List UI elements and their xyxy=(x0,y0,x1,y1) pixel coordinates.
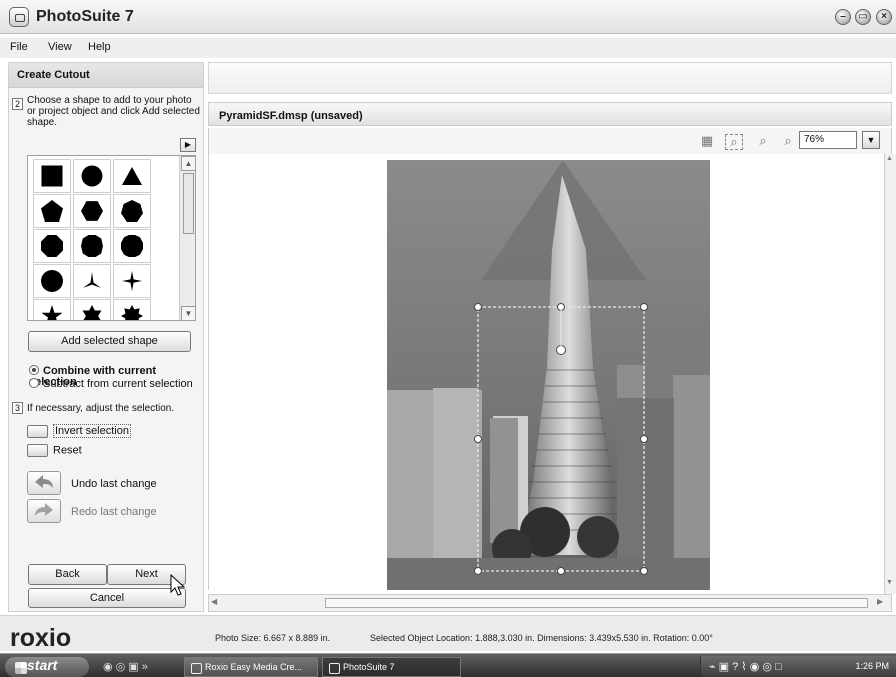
canvas-horizontal-scrollbar[interactable]: ◀ ▶ xyxy=(208,594,892,612)
shape-octagon[interactable] xyxy=(33,229,71,263)
zoom-input[interactable]: 76% xyxy=(799,131,857,149)
project-strip xyxy=(208,62,892,94)
step-3-number: 3 xyxy=(12,402,23,414)
shape-four-point-star[interactable] xyxy=(113,264,151,298)
zoom-out-icon[interactable]: ⌕ xyxy=(779,134,797,150)
shape-square[interactable] xyxy=(33,159,71,193)
menu-file[interactable]: File xyxy=(10,41,28,53)
city-pyramid-photo-art xyxy=(387,160,710,590)
shape-decagon[interactable] xyxy=(73,229,111,263)
shape-library-next-button[interactable]: ▶ xyxy=(180,138,196,152)
shape-circle-large[interactable] xyxy=(33,264,71,298)
document-tab: PyramidSF.dmsp (unsaved) xyxy=(208,102,892,126)
windows-taskbar: start ◉ ◎ ▣ » Roxio Easy Media Cre... Ph… xyxy=(0,653,896,677)
mouse-cursor-icon xyxy=(170,573,186,596)
title-bar: PhotoSuite 7 – ▭ × xyxy=(0,0,896,34)
start-button[interactable]: start xyxy=(5,657,89,677)
step-2-line-2: or project object and click Add selected xyxy=(27,106,200,117)
copy-icon[interactable]: ▦ xyxy=(698,134,716,150)
invert-selection-button[interactable]: Invert selection xyxy=(27,424,131,439)
windows-flag-icon xyxy=(15,662,27,674)
subtract-option[interactable]: Subtract from current selection xyxy=(29,378,193,390)
restore-button[interactable]: ▭ xyxy=(855,9,871,25)
scroll-down-icon[interactable]: ▼ xyxy=(181,306,195,320)
window-title: PhotoSuite 7 xyxy=(36,8,134,25)
menu-view[interactable]: View xyxy=(48,41,72,53)
invert-icon[interactable] xyxy=(27,425,48,438)
transamerica-pyramid-photo[interactable] xyxy=(387,160,710,590)
horizontal-scroll-thumb[interactable] xyxy=(325,598,868,608)
radio-checked-icon[interactable] xyxy=(29,365,39,375)
shape-six-point-star[interactable] xyxy=(73,299,111,320)
system-tray: ⌁ ▣ ? ⌇ ◉ ◎ □ 1:26 PM xyxy=(700,656,896,677)
shape-picker[interactable]: ▲ ▼ xyxy=(27,155,196,321)
back-button[interactable]: Back xyxy=(28,564,107,585)
roxio-logo: roxio xyxy=(10,624,72,652)
undo-button[interactable] xyxy=(27,471,61,495)
horizontal-scroll-left-icon[interactable]: ◀ xyxy=(211,597,223,609)
undo-label: Undo last change xyxy=(71,478,157,490)
menu-bar: File View Help xyxy=(0,38,896,58)
panel-title: Create Cutout xyxy=(9,63,203,88)
vertical-scroll-down-icon[interactable]: ▼ xyxy=(886,579,896,589)
redo-label: Redo last change xyxy=(71,506,157,518)
menu-help[interactable]: Help xyxy=(88,41,111,53)
zoom-dropdown-button[interactable]: ▼ xyxy=(862,131,880,149)
quick-launch-icons[interactable]: ◉ ◎ ▣ » xyxy=(103,660,163,674)
shape-eight-point-star[interactable] xyxy=(113,299,151,320)
tray-icons[interactable]: ⌁ ▣ ? ⌇ ◉ ◎ □ xyxy=(709,660,782,673)
scroll-up-icon[interactable]: ▲ xyxy=(181,156,195,171)
shape-five-point-star[interactable] xyxy=(33,299,71,320)
step-2-number: 2 xyxy=(12,98,23,110)
create-cutout-panel: Create Cutout 2 Choose a shape to add to… xyxy=(8,62,204,612)
undo-arrow-icon xyxy=(35,475,53,488)
cancel-button[interactable]: Cancel xyxy=(28,588,186,608)
shape-pentagon[interactable] xyxy=(33,194,71,228)
selection-status: Selected Object Location: 1.888,3.030 in… xyxy=(370,633,713,643)
taskbar-roxio-easy-media-creator[interactable]: Roxio Easy Media Cre... xyxy=(184,657,318,677)
minimize-button[interactable]: – xyxy=(835,9,851,25)
reset-icon[interactable] xyxy=(27,444,48,457)
photo-size-status: Photo Size: 6.667 x 8.889 in. xyxy=(215,633,331,643)
reset-button[interactable]: Reset xyxy=(27,444,82,457)
taskbar-photosuite[interactable]: PhotoSuite 7 xyxy=(322,657,461,677)
photosuite-app-icon xyxy=(9,7,29,27)
horizontal-scroll-right-icon[interactable]: ▶ xyxy=(877,597,889,609)
step-2-line-1: Choose a shape to add to your photo xyxy=(27,95,192,106)
add-selected-shape-button[interactable]: Add selected shape xyxy=(28,331,191,352)
clock: 1:26 PM xyxy=(855,661,889,671)
step-3-text: If necessary, adjust the selection. xyxy=(27,403,175,414)
document-title: PyramidSF.dmsp (unsaved) xyxy=(219,110,363,122)
shape-three-point-star[interactable] xyxy=(73,264,111,298)
shape-picker-scrollbar[interactable]: ▲ ▼ xyxy=(179,156,195,320)
scroll-thumb[interactable] xyxy=(183,173,194,234)
redo-button[interactable] xyxy=(27,499,61,523)
radio-unchecked-icon[interactable] xyxy=(29,378,39,388)
shape-triangle[interactable] xyxy=(113,159,151,193)
step-2-line-3: shape. xyxy=(27,117,58,128)
canvas-toolbar: ▦ ⌕ ⌕ ⌕ xyxy=(208,128,892,154)
close-button[interactable]: × xyxy=(876,9,892,25)
canvas-vertical-scrollbar[interactable]: ▲ ▼ xyxy=(884,154,896,594)
shape-heptagon[interactable] xyxy=(113,194,151,228)
redo-arrow-icon xyxy=(35,503,53,516)
shape-hexagon[interactable] xyxy=(73,194,111,228)
zoom-to-selection-icon[interactable]: ⌕ xyxy=(725,134,743,150)
zoom-in-icon[interactable]: ⌕ xyxy=(754,134,772,150)
shape-circle[interactable] xyxy=(73,159,111,193)
vertical-scroll-up-icon[interactable]: ▲ xyxy=(886,155,896,165)
shape-dodecagon[interactable] xyxy=(113,229,151,263)
